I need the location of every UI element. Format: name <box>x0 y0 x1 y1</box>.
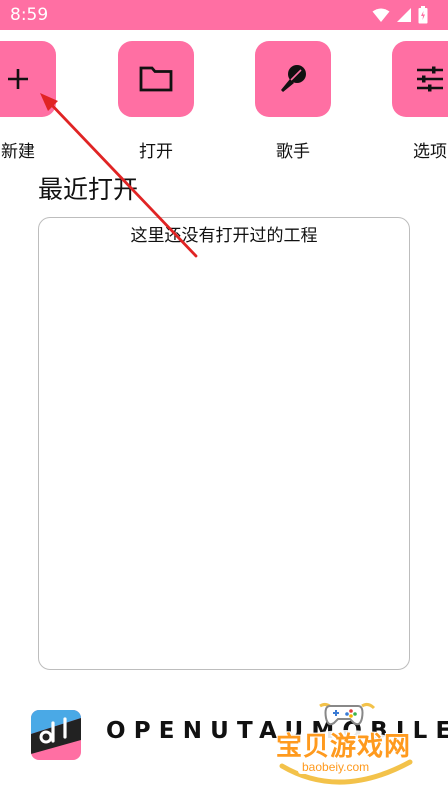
watermark: 宝贝游戏网 baobeiy.com <box>270 700 418 792</box>
wifi-icon <box>372 8 390 22</box>
watermark-text: 宝贝游戏网 <box>276 732 412 762</box>
options-button[interactable] <box>392 41 448 117</box>
new-project-button[interactable] <box>0 41 56 117</box>
recent-projects-list[interactable]: 这里还没有打开过的工程 <box>38 217 410 670</box>
open-project-label: 打开 <box>139 142 173 162</box>
openutau-logo <box>31 710 81 760</box>
empty-state-text: 这里还没有打开过的工程 <box>130 226 318 246</box>
status-bar: 8:59 <box>0 0 448 30</box>
new-project-label: 新建 <box>1 142 35 162</box>
battery-icon <box>418 6 428 24</box>
open-project-button[interactable] <box>118 41 194 117</box>
signal-icon <box>397 8 411 22</box>
microphone-icon <box>281 65 306 92</box>
options-label: 选项 <box>413 142 447 162</box>
gamepad-icon <box>324 705 364 726</box>
sliders-icon <box>417 66 443 92</box>
singers-button[interactable] <box>255 41 331 117</box>
recent-title: 最近打开 <box>38 175 139 204</box>
plus-icon <box>8 69 28 89</box>
status-time: 8:59 <box>10 5 49 25</box>
status-icons <box>372 6 428 24</box>
singers-label: 歌手 <box>276 142 310 162</box>
folder-icon <box>139 66 173 92</box>
watermark-url: baobeiy.com <box>298 760 374 774</box>
